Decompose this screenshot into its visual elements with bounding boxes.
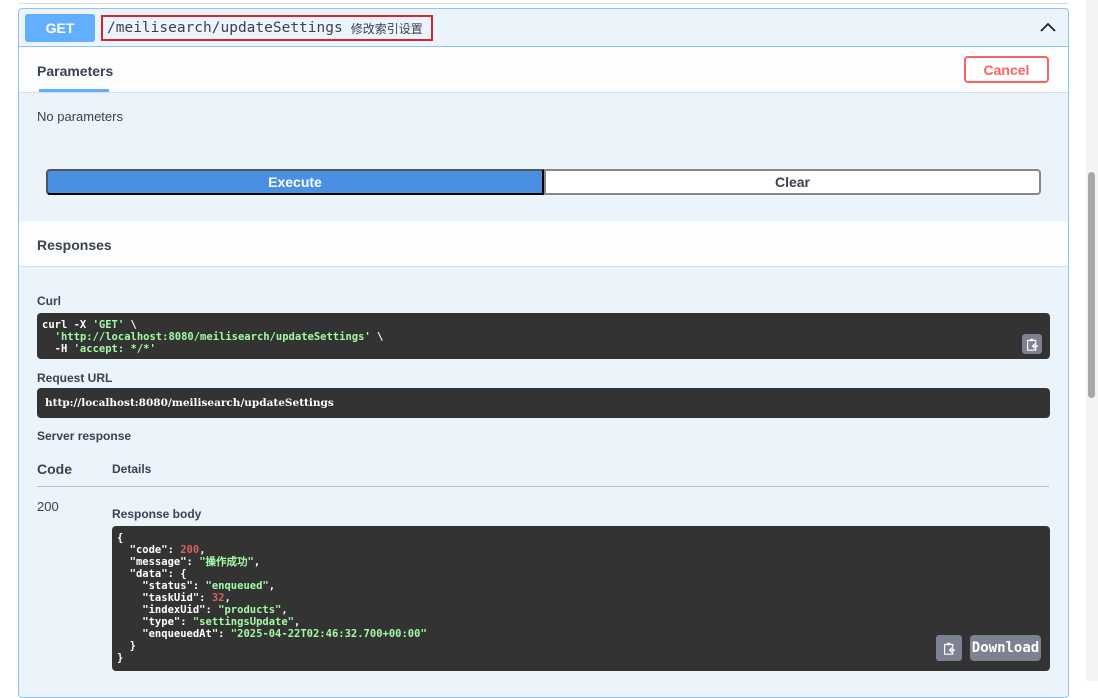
copy-to-clipboard-icon[interactable] — [1022, 334, 1042, 354]
response-body-label: Response body — [112, 507, 202, 521]
details-header: Details — [112, 462, 152, 476]
response-body: { "code": 200, "message": "操作成功", "data"… — [112, 526, 1050, 671]
execute-button[interactable]: Execute — [46, 169, 544, 195]
copy-response-icon[interactable] — [936, 635, 962, 661]
download-button[interactable]: Download — [970, 635, 1041, 661]
tab-parameters[interactable]: Parameters — [37, 63, 113, 79]
curl-code-block: curl -X 'GET' \ 'http://localhost:8080/m… — [37, 313, 1050, 359]
method-badge: GET — [25, 14, 95, 42]
request-url-label: Request URL — [37, 371, 113, 385]
response-table-header: Code Details — [37, 457, 1049, 487]
divider — [18, 3, 1068, 4]
tab-indicator — [39, 89, 109, 92]
operation-block: GET /meilisearch/updateSettings 修改索引设置 P… — [18, 8, 1069, 698]
operation-path-box: /meilisearch/updateSettings 修改索引设置 — [101, 15, 433, 41]
server-response-label: Server response — [37, 429, 132, 443]
status-code: 200 — [37, 499, 59, 514]
responses-title: Responses — [37, 237, 112, 253]
curl-label: Curl — [37, 294, 61, 308]
cancel-button[interactable]: Cancel — [964, 56, 1049, 83]
no-parameters-text: No parameters — [37, 109, 123, 124]
operation-path: /meilisearch/updateSettings — [107, 20, 343, 36]
scrollbar[interactable] — [1086, 0, 1098, 681]
operation-description: 修改索引设置 — [350, 21, 423, 36]
operation-summary[interactable]: GET /meilisearch/updateSettings 修改索引设置 — [19, 9, 1068, 47]
responses-header: Responses — [19, 221, 1068, 267]
parameters-header: Parameters Cancel — [19, 47, 1068, 93]
scrollbar-thumb[interactable] — [1088, 172, 1095, 398]
chevron-up-icon[interactable] — [1038, 19, 1058, 35]
clear-button[interactable]: Clear — [544, 169, 1041, 195]
code-header: Code — [37, 461, 72, 477]
request-url: http://localhost:8080/meilisearch/update… — [37, 388, 1050, 418]
